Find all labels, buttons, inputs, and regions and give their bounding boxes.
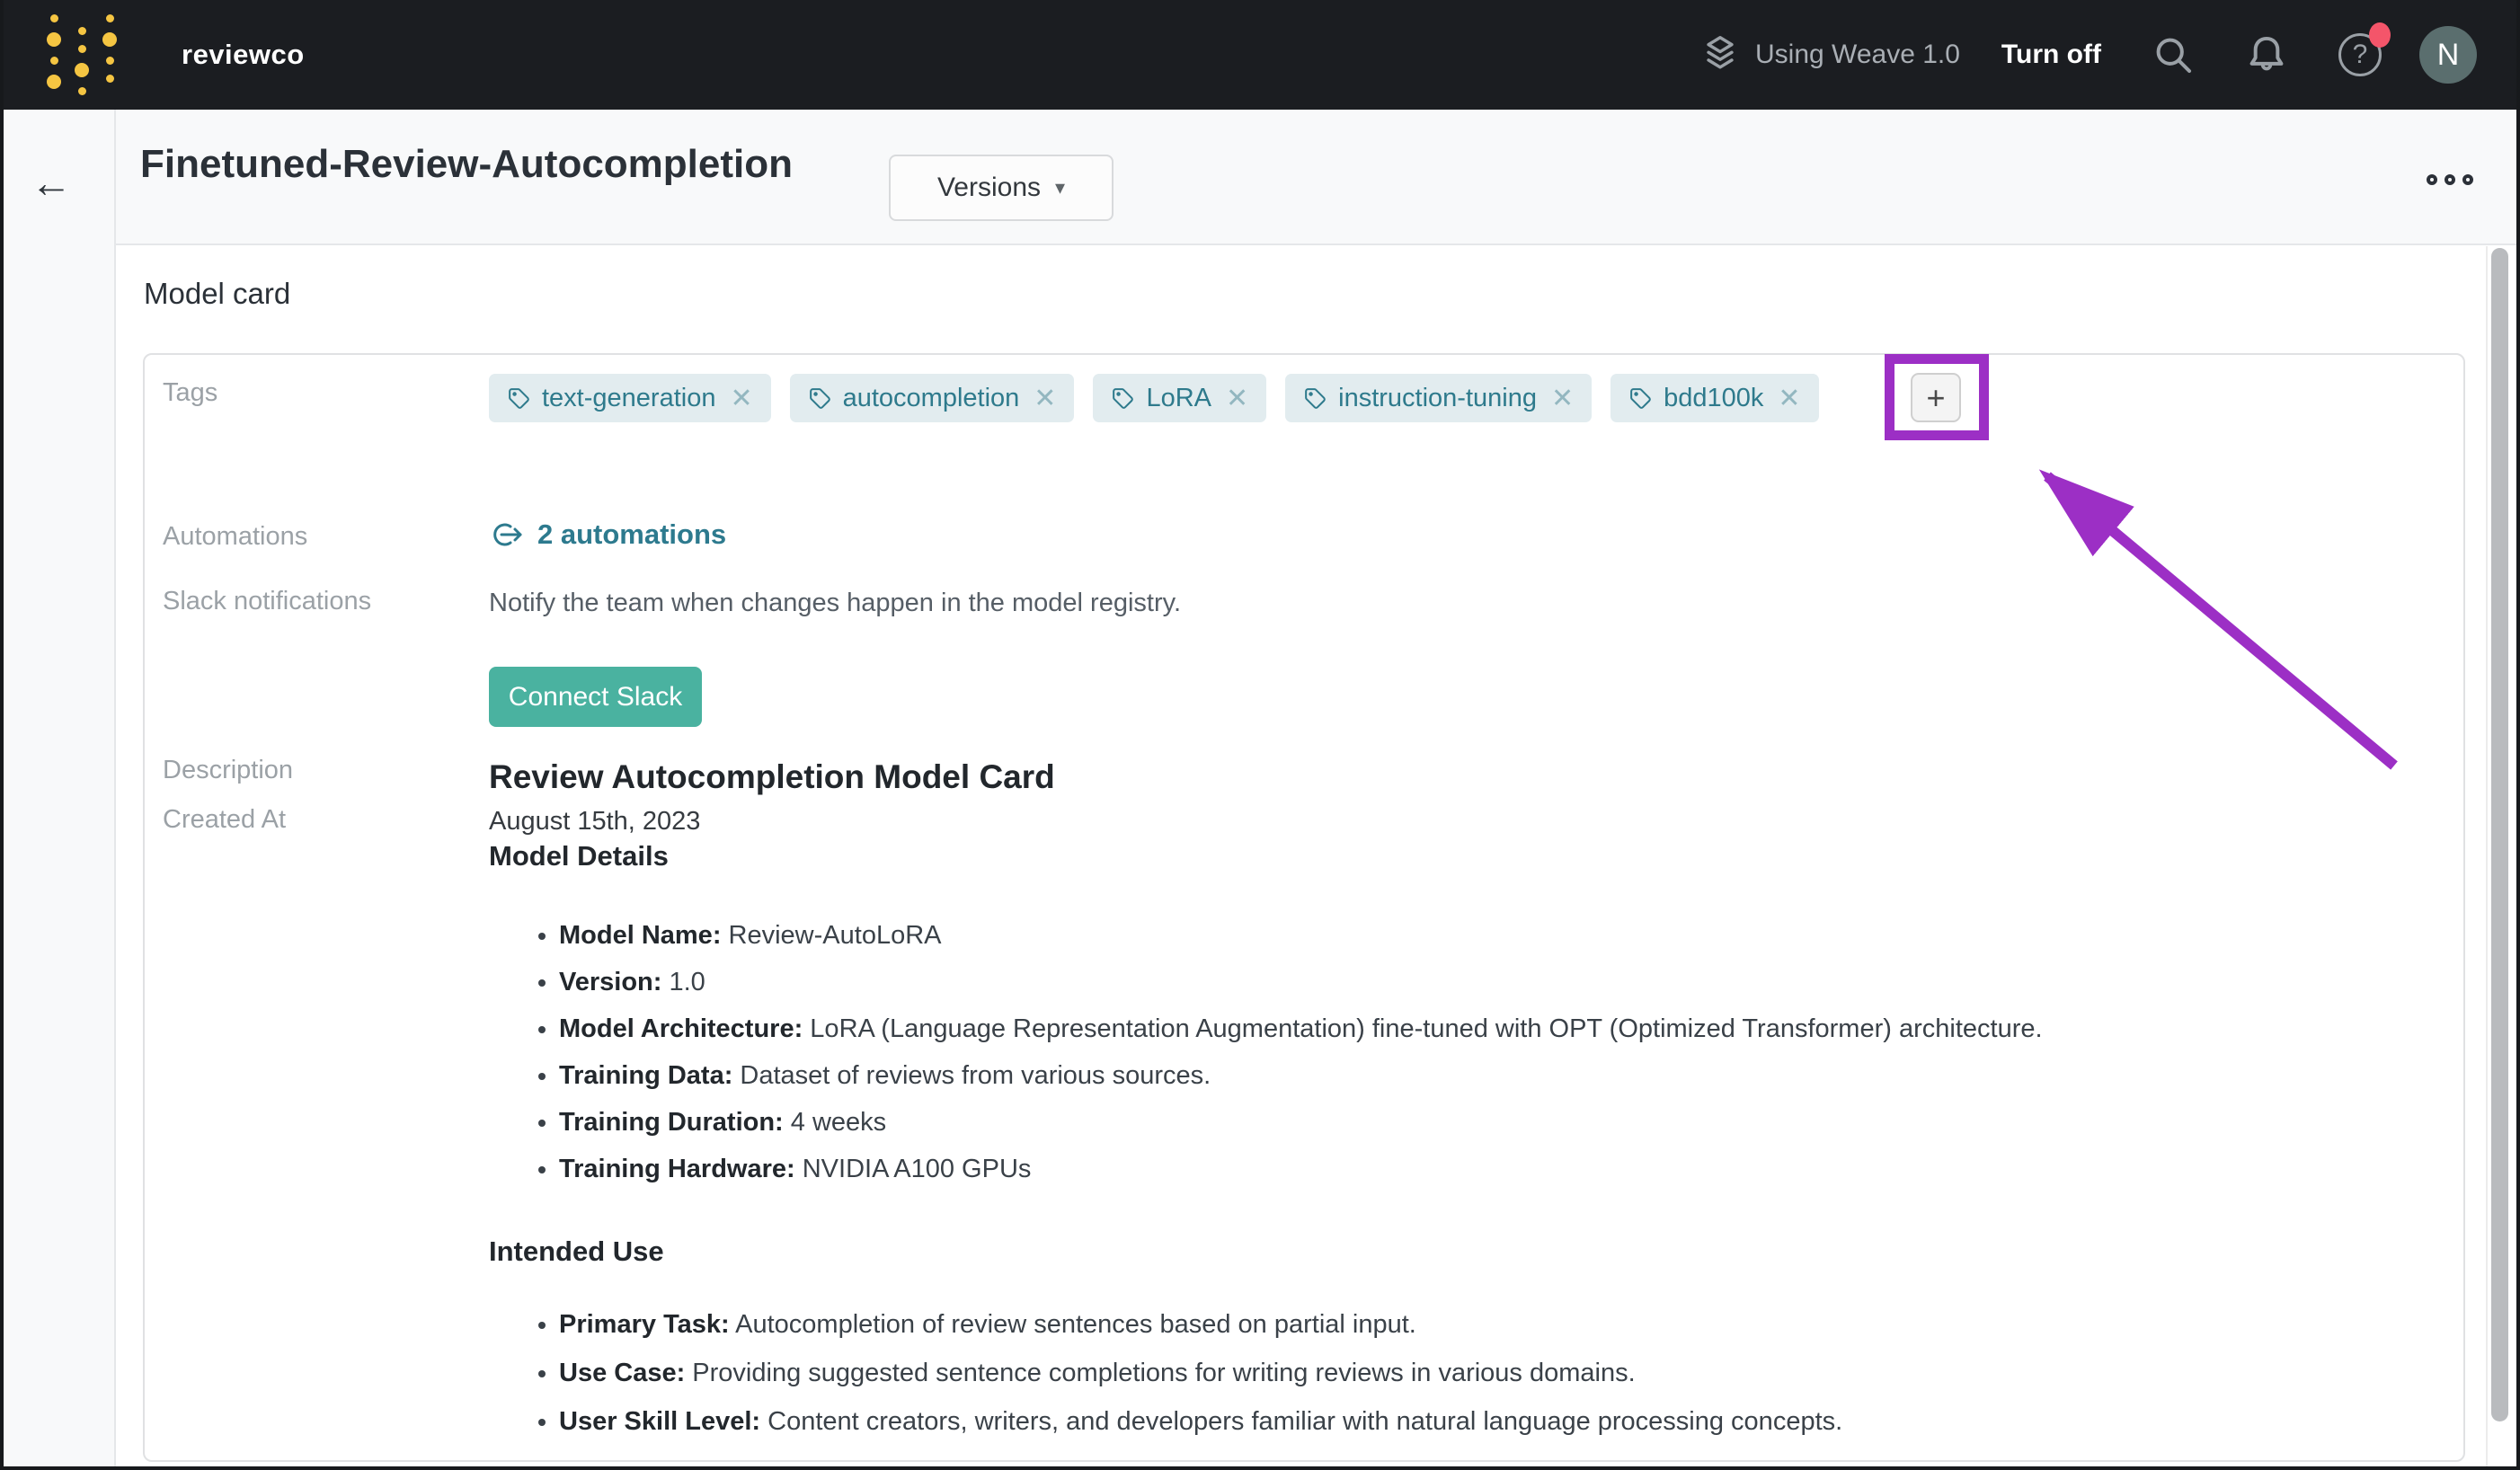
- weave-status-text: Using Weave 1.0: [1755, 40, 1960, 70]
- automation-icon: [489, 519, 525, 550]
- left-rail: ←: [0, 110, 116, 1470]
- window-edge-bottom: [0, 1466, 2520, 1470]
- model-details-heading: Model Details: [489, 840, 2421, 872]
- list-item: Training Hardware: NVIDIA A100 GPUs: [559, 1146, 2421, 1192]
- remove-tag-icon[interactable]: ✕: [730, 383, 752, 414]
- tag-chip[interactable]: bdd100k ✕: [1610, 374, 1818, 422]
- title-bar: Finetuned-Review-Autocompletion Versions…: [0, 110, 2520, 245]
- page-title: Finetuned-Review-Autocompletion: [140, 142, 793, 187]
- avatar[interactable]: N: [2419, 26, 2477, 84]
- search-icon[interactable]: [2126, 34, 2220, 75]
- remove-tag-icon[interactable]: ✕: [1226, 383, 1248, 414]
- overflow-menu-icon[interactable]: [2427, 174, 2473, 185]
- weave-layers-icon: [1699, 32, 1741, 78]
- notifications-bell-icon[interactable]: [2220, 34, 2313, 75]
- model-card-panel: Tags text-generation ✕ autocompletion ✕ …: [143, 353, 2465, 1462]
- tag-chip-list: text-generation ✕ autocompletion ✕ LoRA …: [489, 374, 1819, 422]
- slack-label: Slack notifications: [163, 587, 371, 616]
- wandb-logo-icon[interactable]: [47, 14, 117, 95]
- tag-chip[interactable]: autocompletion ✕: [790, 374, 1075, 422]
- list-item: Primary Task: Autocompletion of review s…: [559, 1300, 2421, 1349]
- remove-tag-icon[interactable]: ✕: [1551, 383, 1574, 414]
- workspace-name[interactable]: reviewco: [182, 39, 305, 71]
- tag-chip[interactable]: LoRA ✕: [1093, 374, 1266, 422]
- chevron-down-icon: ▾: [1055, 176, 1065, 199]
- scrollbar-track: [2486, 246, 2488, 1466]
- tag-icon: [808, 386, 832, 411]
- help-icon[interactable]: ?: [2313, 33, 2407, 76]
- tag-icon: [1303, 386, 1327, 411]
- intended-use-heading: Intended Use: [489, 1235, 2421, 1268]
- intended-use-list: Primary Task: Autocompletion of review s…: [489, 1300, 2421, 1446]
- connect-slack-button[interactable]: Connect Slack: [489, 667, 702, 727]
- remove-tag-icon[interactable]: ✕: [1778, 383, 1800, 414]
- add-tag-button[interactable]: +: [1911, 373, 1961, 422]
- description-heading: Review Autocompletion Model Card: [489, 757, 2421, 797]
- list-item: Model Name: Review-AutoLoRA: [559, 912, 2421, 959]
- slack-description: Notify the team when changes happen in t…: [489, 587, 1181, 619]
- tag-chip[interactable]: instruction-tuning ✕: [1285, 374, 1592, 422]
- scrollbar-thumb[interactable]: [2491, 248, 2508, 1421]
- description-label: Description: [163, 756, 293, 785]
- automations-link[interactable]: 2 automations: [489, 518, 726, 551]
- description-content: Review Autocompletion Model Card Model D…: [489, 757, 2421, 1446]
- list-item: Training Data: Dataset of reviews from v…: [559, 1052, 2421, 1099]
- tag-chip[interactable]: text-generation ✕: [489, 374, 771, 422]
- list-item: User Skill Level: Content creators, writ…: [559, 1397, 2421, 1446]
- model-card-section-title: Model card: [144, 277, 290, 311]
- tag-icon: [1628, 386, 1653, 411]
- model-details-list: Model Name: Review-AutoLoRA Version: 1.0…: [489, 912, 2421, 1192]
- list-item: Use Case: Providing suggested sentence c…: [559, 1349, 2421, 1397]
- list-item: Model Architecture: LoRA (Language Repre…: [559, 1005, 2421, 1052]
- automations-label: Automations: [163, 522, 307, 552]
- list-item: Training Duration: 4 weeks: [559, 1099, 2421, 1146]
- turn-off-weave-button[interactable]: Turn off: [2001, 40, 2101, 70]
- list-item: Version: 1.0: [559, 959, 2421, 1005]
- top-navigation-bar: reviewco Using Weave 1.0 Turn off ? N: [0, 0, 2520, 110]
- tags-label: Tags: [163, 378, 217, 408]
- created-at-label: Created At: [163, 805, 286, 835]
- notification-dot: [2369, 22, 2391, 48]
- tag-icon: [1111, 386, 1135, 411]
- versions-dropdown-button[interactable]: Versions ▾: [889, 155, 1114, 221]
- remove-tag-icon[interactable]: ✕: [1034, 383, 1056, 414]
- window-edge-left: [0, 0, 4, 1470]
- window-edge-right: [2516, 0, 2520, 1470]
- back-arrow-icon[interactable]: ←: [31, 162, 72, 203]
- tag-icon: [507, 386, 531, 411]
